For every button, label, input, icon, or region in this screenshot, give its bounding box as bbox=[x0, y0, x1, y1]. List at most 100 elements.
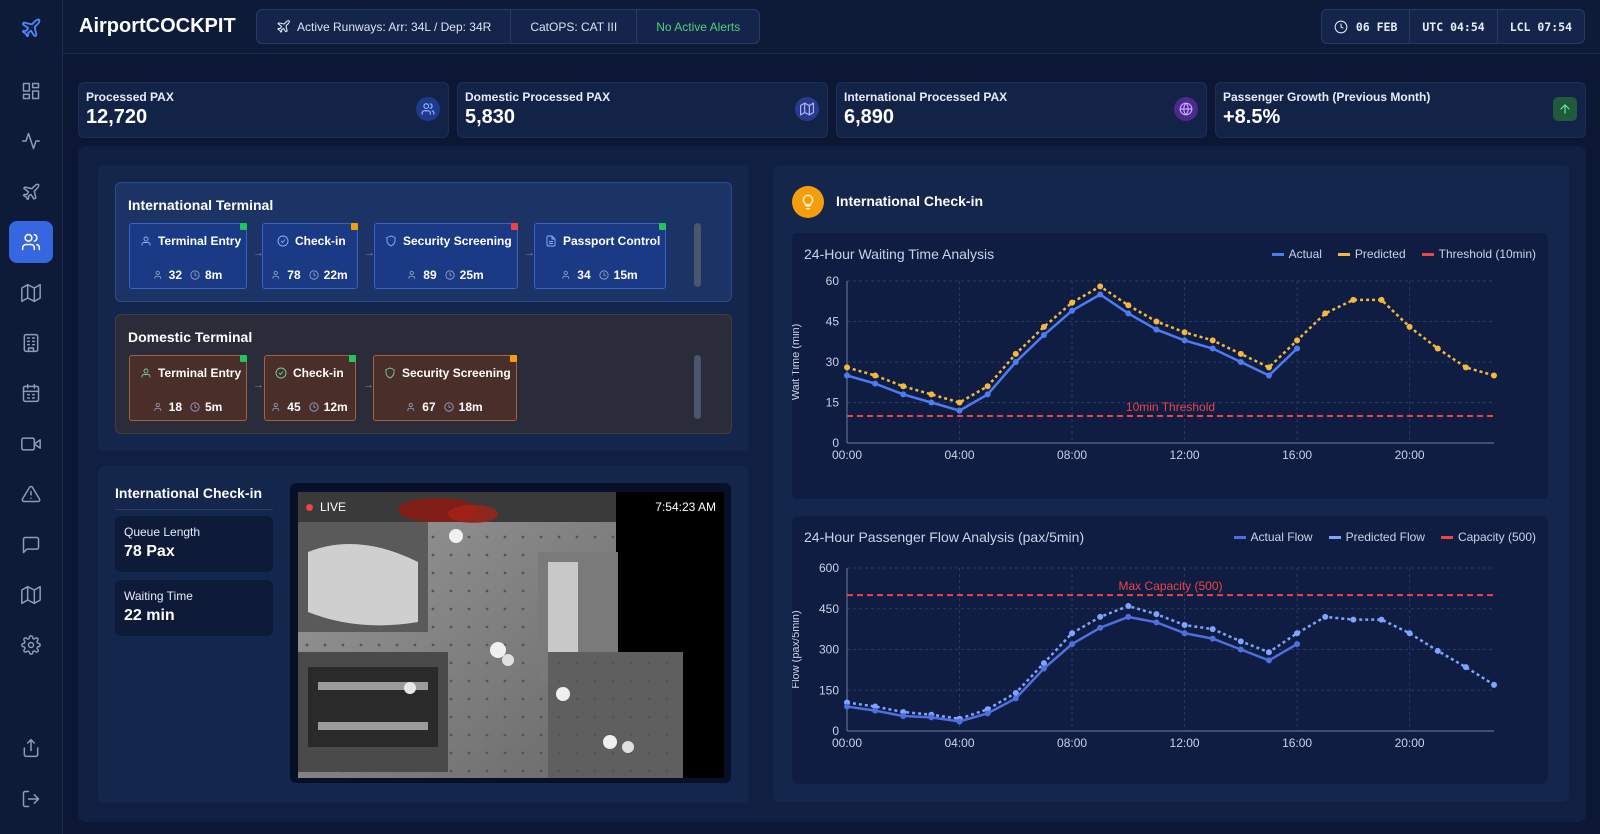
wait-value: 18m bbox=[458, 400, 483, 414]
stage-name: Passport Control bbox=[545, 234, 660, 248]
stage-stats: 67 18m bbox=[374, 400, 516, 414]
y-tick-label: 450 bbox=[819, 602, 839, 616]
series-line bbox=[846, 604, 1495, 721]
x-tick-label: 04:00 bbox=[945, 736, 975, 750]
flow-arrow-icon: → bbox=[253, 379, 264, 391]
x-tick-label: 04:00 bbox=[945, 448, 975, 462]
status-indicator bbox=[510, 355, 517, 362]
calendar-icon[interactable] bbox=[9, 372, 53, 414]
stage-check-in[interactable]: Check-in 78 22m bbox=[262, 223, 358, 289]
x-tick-label: 20:00 bbox=[1395, 448, 1425, 462]
pax-count: 89 bbox=[408, 268, 437, 282]
data-point bbox=[1294, 345, 1301, 352]
runways-status[interactable]: Active Runways: Arr: 34L / Dep: 34R bbox=[257, 10, 512, 43]
metric-label: Waiting Time bbox=[124, 589, 193, 603]
map-icon[interactable] bbox=[9, 272, 53, 314]
data-point bbox=[900, 391, 907, 398]
status-bar: Active Runways: Arr: 34L / Dep: 34R CatO… bbox=[256, 9, 761, 44]
data-point bbox=[1012, 695, 1019, 702]
live-dot-icon bbox=[306, 503, 313, 511]
data-point bbox=[984, 710, 991, 717]
data-point bbox=[1209, 626, 1216, 633]
check-circle-icon bbox=[277, 235, 289, 247]
scrollbar[interactable] bbox=[694, 355, 701, 419]
chart-plot: 01530456000:00 04:00 08:00 12:00 16:00 20:00W… bbox=[792, 274, 1497, 462]
chart-plot: 015030045060000:00 04:00 08:00 12:00 16:00 20… bbox=[792, 561, 1497, 750]
alert-icon[interactable] bbox=[9, 473, 53, 515]
export-icon[interactable] bbox=[9, 727, 53, 769]
data-point bbox=[872, 707, 879, 714]
status-indicator bbox=[349, 355, 356, 362]
data-point bbox=[1125, 603, 1132, 610]
stage-label: Check-in bbox=[295, 234, 346, 248]
plane-logo-icon[interactable] bbox=[17, 14, 45, 42]
data-point bbox=[1153, 619, 1160, 626]
y-tick-label: 15 bbox=[826, 396, 840, 410]
building-icon[interactable] bbox=[9, 322, 53, 364]
data-point bbox=[1097, 283, 1104, 290]
pax-count: 45 bbox=[272, 400, 301, 414]
queue-length-card: Queue Length 78 Pax bbox=[115, 516, 273, 572]
data-point bbox=[1012, 350, 1019, 357]
chart-grid: 01530456000:00 04:00 08:00 12:00 16:00 20:00W… bbox=[792, 274, 1494, 462]
stage-name: Check-in bbox=[275, 366, 344, 380]
stage-passport-control[interactable]: Passport Control 34 15m bbox=[534, 223, 666, 289]
document-icon bbox=[546, 235, 556, 247]
stage-label: Terminal Entry bbox=[158, 366, 242, 380]
waiting-time-card: Waiting Time 22 min bbox=[115, 580, 273, 636]
kpi-label: Passenger Growth (Previous Month) bbox=[1223, 90, 1431, 104]
wait-time: 12m bbox=[309, 400, 348, 414]
domestic-terminal: Domestic Terminal Terminal Entry 18 5m →… bbox=[115, 314, 732, 434]
activity-icon[interactable] bbox=[9, 120, 53, 162]
stage-label: Security Screening bbox=[402, 366, 511, 380]
data-point bbox=[928, 391, 935, 398]
data-point bbox=[1209, 635, 1216, 642]
data-point bbox=[1462, 664, 1469, 671]
data-point bbox=[872, 380, 879, 387]
stage-check-in[interactable]: Check-in 45 12m bbox=[264, 355, 356, 421]
stage-terminal-entry[interactable]: Terminal Entry 18 5m bbox=[129, 355, 247, 421]
data-point bbox=[1294, 337, 1301, 344]
alerts-status[interactable]: No Active Alerts bbox=[637, 10, 759, 43]
pax-count: 67 bbox=[407, 400, 436, 414]
threshold-label: 10min Threshold bbox=[1126, 400, 1215, 414]
camera-icon[interactable] bbox=[9, 423, 53, 465]
data-point bbox=[1265, 657, 1272, 664]
map-alt-icon[interactable] bbox=[9, 574, 53, 616]
data-point bbox=[1265, 372, 1272, 379]
clock-icon bbox=[445, 270, 455, 280]
y-tick-label: 600 bbox=[819, 561, 839, 575]
data-point bbox=[1209, 345, 1216, 352]
logout-icon[interactable] bbox=[9, 778, 53, 820]
live-camera-feed[interactable]: LIVE 7:54:23 AM bbox=[298, 492, 724, 778]
kpi-card-domestic: Domestic Processed PAX 5,830 bbox=[457, 82, 828, 138]
stage-security-screening[interactable]: Security Screening 67 18m bbox=[373, 355, 517, 421]
data-point bbox=[1181, 622, 1188, 629]
data-point bbox=[1153, 611, 1160, 618]
status-indicator bbox=[511, 223, 518, 230]
stage-terminal-entry[interactable]: Terminal Entry 32 8m bbox=[129, 223, 247, 289]
passengers-icon[interactable] bbox=[9, 221, 53, 263]
data-point bbox=[984, 391, 991, 398]
live-indicator: LIVE bbox=[306, 500, 346, 514]
data-point bbox=[844, 364, 850, 371]
y-tick-label: 45 bbox=[826, 315, 840, 329]
kpi-card-growth: Passenger Growth (Previous Month) +8.5% bbox=[1215, 82, 1586, 138]
dashboard-icon[interactable] bbox=[9, 70, 53, 112]
data-point bbox=[1125, 613, 1132, 620]
catops-status[interactable]: CatOPS: CAT III bbox=[511, 10, 638, 43]
wait-time: 25m bbox=[445, 268, 484, 282]
stage-security-screening[interactable]: Security Screening 89 25m bbox=[374, 223, 518, 289]
pax-count: 78 bbox=[272, 268, 301, 282]
scrollbar[interactable] bbox=[694, 223, 701, 287]
data-point bbox=[1040, 665, 1047, 672]
stage-stats: 18 5m bbox=[130, 400, 246, 414]
settings-icon[interactable] bbox=[9, 624, 53, 666]
messages-icon[interactable] bbox=[9, 524, 53, 566]
x-tick-label: 12:00 bbox=[1170, 448, 1200, 462]
data-point bbox=[1350, 616, 1357, 623]
user-icon bbox=[141, 368, 151, 378]
flights-icon[interactable] bbox=[9, 171, 53, 213]
data-point bbox=[1153, 318, 1160, 325]
status-indicator bbox=[351, 223, 358, 230]
